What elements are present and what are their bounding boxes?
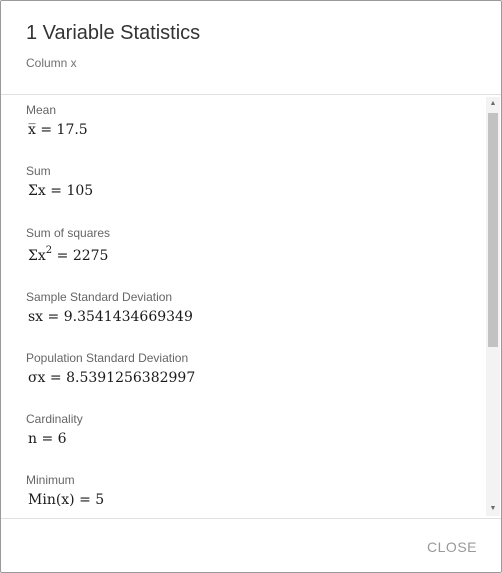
stats-list[interactable]: Mean x̅ = 17.5 Sum Σx = 105 Sum of squar…: [1, 95, 501, 518]
scroll-thumb[interactable]: [488, 113, 498, 347]
formula-value: 105: [66, 183, 94, 199]
stat-label: Sum of squares: [26, 226, 111, 240]
stat-formula: σx = 8.5391256382997: [28, 370, 195, 386]
scroll-down-arrow-icon[interactable]: ▼: [486, 502, 500, 516]
stat-label: Population Standard Deviation: [26, 351, 189, 365]
formula-lhs: Min(x) =: [28, 492, 96, 508]
stat-sum-of-squares: Sum of squares Σx2 = 2275: [26, 226, 476, 264]
dialog-header: 1 Variable Statistics Column x: [1, 1, 501, 95]
stat-formula: n = 6: [28, 431, 67, 447]
formula-lhs: Σx: [28, 248, 46, 264]
stat-label: Sample Standard Deviation: [26, 290, 173, 304]
stat-minimum: Minimum Min(x) = 5: [26, 473, 476, 508]
stat-label: Cardinality: [26, 412, 83, 426]
formula-value: 5: [95, 492, 105, 508]
formula-value: 8.5391256382997: [66, 370, 196, 386]
stat-formula: Σx = 105: [28, 183, 93, 199]
stat-formula: Σx2 = 2275: [28, 246, 109, 265]
vertical-scrollbar[interactable]: ▲ ▼: [486, 97, 500, 516]
formula-lhs: n =: [28, 431, 58, 447]
close-button[interactable]: CLOSE: [427, 539, 477, 555]
stat-sample-std-dev: Sample Standard Deviation sx = 9.3541434…: [26, 290, 476, 325]
formula-value: 2275: [72, 248, 109, 264]
formula-equals: =: [52, 248, 73, 264]
formula-value: 9.3541434669349: [63, 309, 193, 325]
stat-label: Minimum: [26, 473, 75, 487]
stat-cardinality: Cardinality n = 6: [26, 412, 476, 447]
stat-sum: Sum Σx = 105: [26, 164, 476, 199]
stat-formula: sx = 9.3541434669349: [28, 309, 193, 325]
stats-dialog: 1 Variable Statistics Column x Mean x̅ =…: [0, 0, 502, 573]
formula-lhs: sx =: [28, 309, 64, 325]
formula-value: 6: [57, 431, 67, 447]
stat-label: Mean: [26, 103, 57, 117]
formula-lhs: Σx =: [28, 183, 67, 199]
stat-population-std-dev: Population Standard Deviation σx = 8.539…: [26, 351, 476, 386]
scroll-up-arrow-icon[interactable]: ▲: [486, 97, 500, 111]
formula-lhs: x̅ =: [28, 122, 57, 138]
dialog-subtitle: Column x: [26, 56, 77, 70]
stat-label: Sum: [26, 164, 51, 178]
formula-lhs: σx =: [28, 370, 67, 386]
stat-mean: Mean x̅ = 17.5: [26, 103, 476, 138]
dialog-title: 1 Variable Statistics: [26, 22, 201, 44]
formula-value: 17.5: [56, 122, 88, 138]
stat-formula: x̅ = 17.5: [28, 122, 88, 138]
dialog-footer: CLOSE: [1, 518, 501, 573]
stat-formula: Min(x) = 5: [28, 492, 104, 508]
